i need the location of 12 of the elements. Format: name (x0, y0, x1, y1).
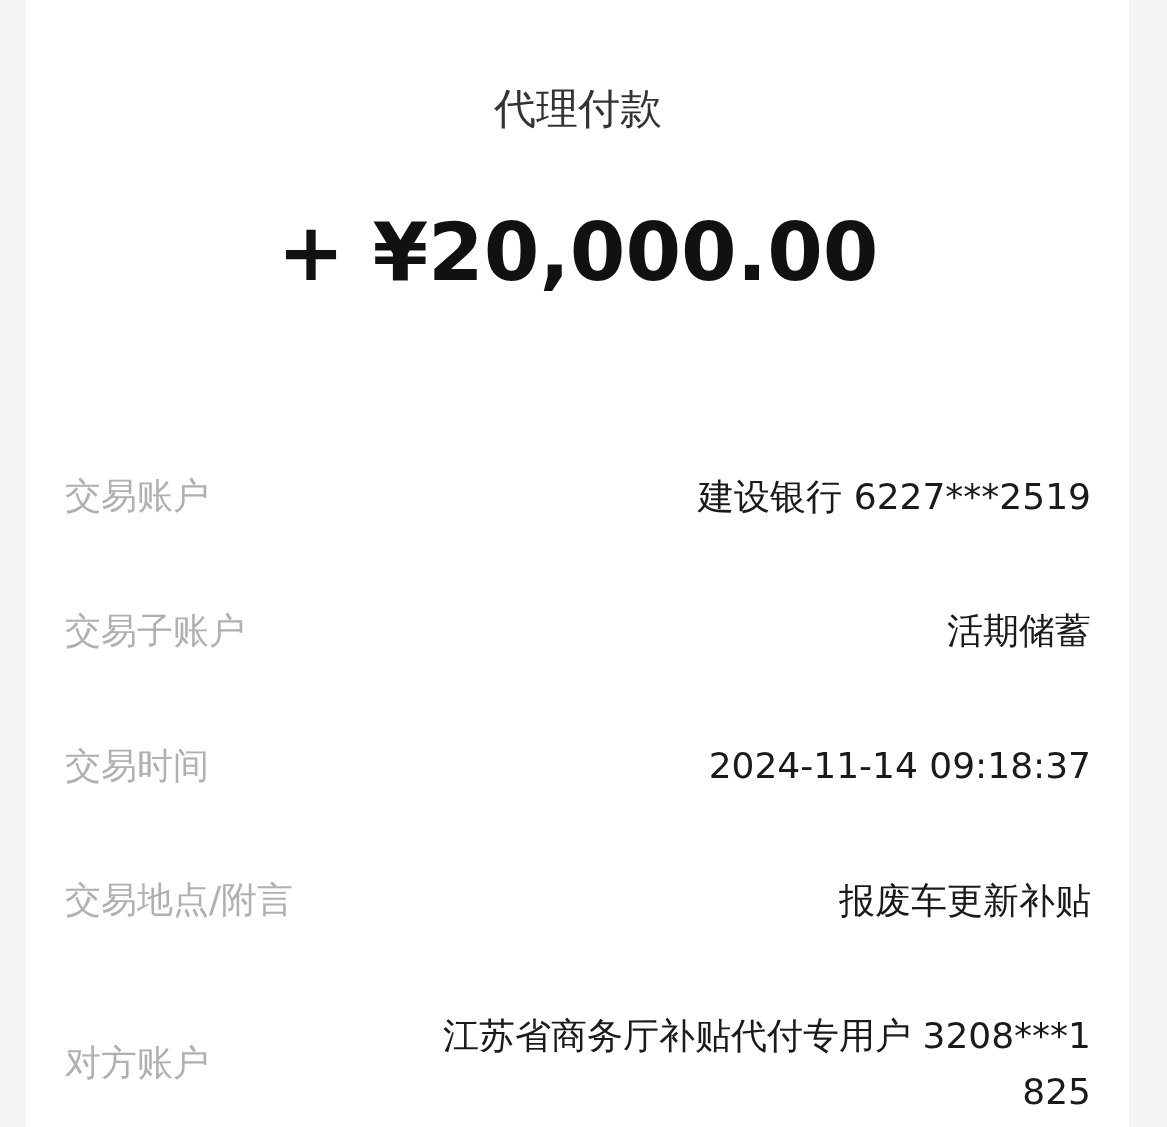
detail-label: 交易地点/附言 (65, 878, 294, 923)
detail-label: 对方账户 (65, 1041, 209, 1086)
detail-value: 建设银行 6227***2519 (698, 474, 1091, 519)
detail-value: 江苏省商务厅补贴代付专用户 3208***1825 (442, 1013, 1091, 1114)
detail-label: 交易时间 (65, 743, 209, 788)
detail-value: 2024-11-14 09:18:37 (708, 744, 1091, 789)
detail-value: 活期储蓄 (947, 609, 1091, 654)
amount-text: + ¥20,000.00 (277, 204, 879, 301)
page-title: 代理付款 (494, 83, 662, 135)
detail-label: 交易子账户 (65, 608, 245, 653)
detail-label: 交易账户 (65, 474, 209, 518)
detail-value: 报废车更新补贴 (839, 879, 1091, 923)
